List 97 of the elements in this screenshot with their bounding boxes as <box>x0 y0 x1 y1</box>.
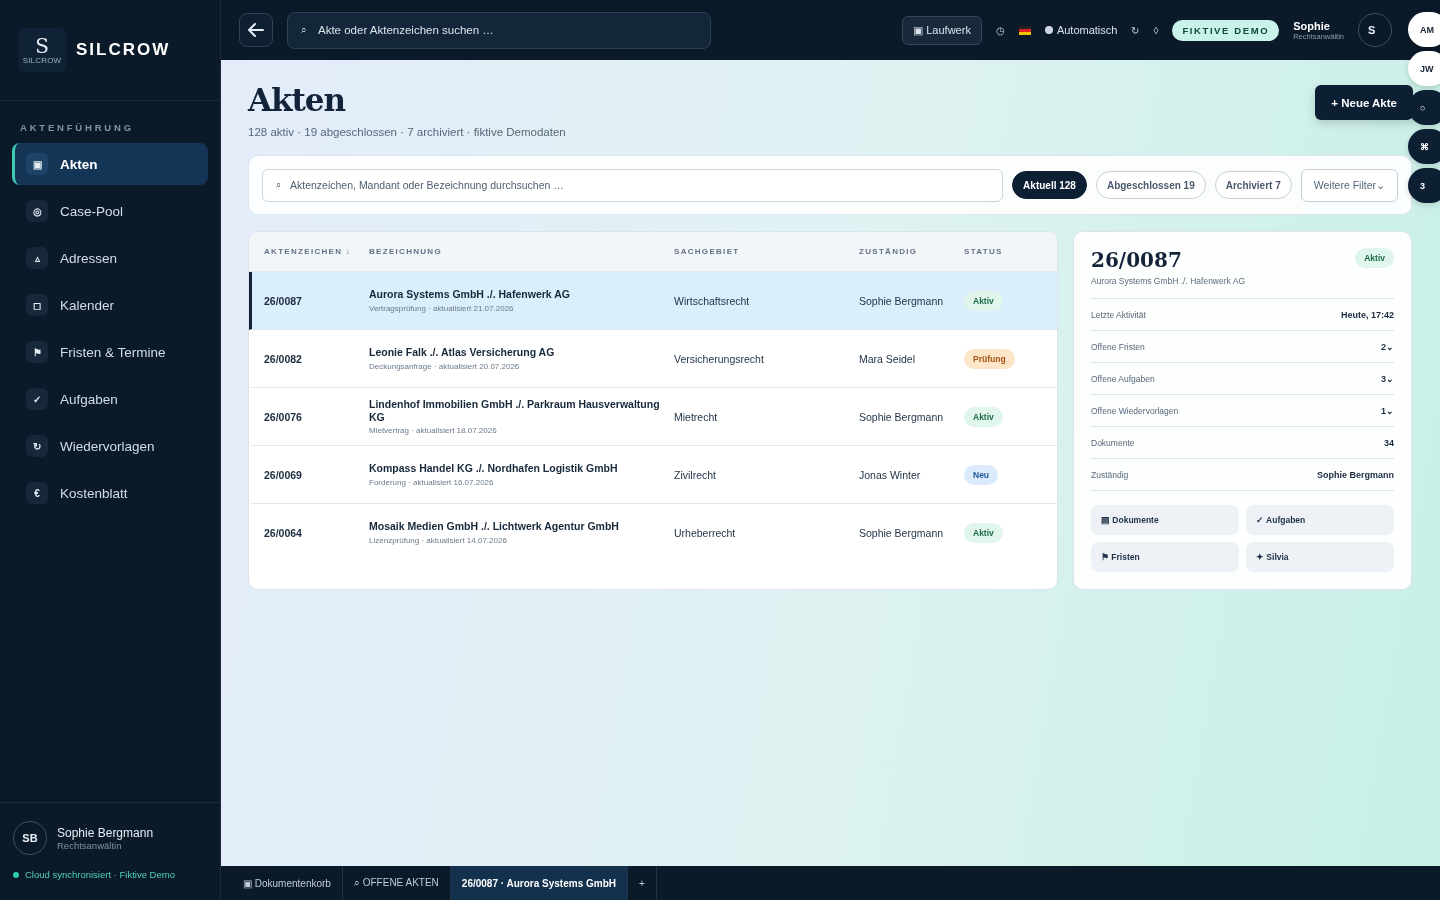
search-icon: ⌕ <box>276 179 281 191</box>
table-row[interactable]: 26/0069 Kompass Handel KG ./. Nordhafen Logistik GmbH Forderung · aktualisiert 16.07.2026 Zivilrecht Jonas Winter Neu <box>249 446 1057 504</box>
table-cell-text: 26/0076 <box>264 410 303 423</box>
table-cell-text: Versicherungsrecht <box>674 352 765 365</box>
page-subtitle: 128 aktiv · 19 abgeschlossen · 7 archiviert · fiktive Demodaten <box>248 126 566 138</box>
column-header[interactable]: ZUSTÄNDIG <box>859 247 964 256</box>
table-row[interactable]: 26/0087 Aurora Systems GmbH ./. Hafenwerk AG Vertragsprüfung · aktualisiert 21.07.2026 Wirtschaftsrecht Sophie Bergmann Aktiv <box>249 272 1057 330</box>
user-name: Sophie Bergmann <box>57 825 154 840</box>
fact-value: 2⌄ <box>1381 341 1394 352</box>
table-row[interactable]: 26/0076 Lindenhof Immobilien GmbH ./. Parkraum Hausverwaltung KG Mietvertrag · aktualisiert 18.07.2026 Mietrecht Sophie Bergmann Aktiv <box>249 388 1057 446</box>
refresh-icon[interactable]: ↻ <box>1131 24 1140 36</box>
table-row[interactable]: 26/0064 Mosaik Medien GmbH ./. Lichtwerk Agentur GmbH Lizenzprüfung · aktualisiert 14.07.2026 Urheberrecht Sophie Bergmann Aktiv <box>249 504 1057 561</box>
table-cell-text: Mara Seidel <box>859 352 917 365</box>
fact-value: Sophie Bergmann <box>1317 469 1394 480</box>
nav-item[interactable]: ▣ Akten <box>12 143 208 185</box>
column-header[interactable]: SACHGEBIET <box>674 247 859 256</box>
drive-button[interactable]: ▣ Laufwerk <box>902 15 982 45</box>
table-cell-text: Mietrecht <box>674 410 719 423</box>
nav-item[interactable]: € Kostenblatt <box>12 472 208 514</box>
page-title: Akten <box>248 82 347 118</box>
logo-mark: S SILCROW <box>18 28 66 72</box>
nav-item[interactable]: ✓ Aufgaben <box>12 378 208 420</box>
table-cell-text: Sophie Bergmann <box>859 294 945 307</box>
detail-subtitle: Aurora Systems GmbH ./. Hafenwerk AG <box>1091 276 1245 286</box>
table-cell-text: Aurora Systems GmbH ./. Hafenwerk AG <box>369 288 571 301</box>
filter-chip[interactable]: Aktuell 128 <box>1012 171 1087 199</box>
fact-label: Zuständig <box>1091 469 1129 480</box>
user-name: Sophie <box>1293 19 1331 32</box>
status-badge: Aktiv <box>964 523 1003 543</box>
table-row[interactable]: 26/0082 Leonie Falk ./. Atlas Versicherung AG Deckungsanfrage · aktualisiert 20.07.2026 Versicherungsrecht Mara Seidel Prüfung <box>249 330 1057 388</box>
status-badge: Neu <box>964 465 999 485</box>
theme-toggle[interactable]: Automatisch <box>1044 24 1118 36</box>
fact-label: Offene Fristen <box>1091 341 1145 352</box>
table-cell-text: Lizenzprüfung · aktualisiert 14.07.2026 <box>369 535 508 545</box>
fact-value: 1⌄ <box>1381 405 1394 416</box>
user-role: Rechtsanwältin <box>57 839 122 851</box>
status-badge: Aktiv <box>964 291 1003 311</box>
status-badge: Aktiv <box>1355 248 1394 268</box>
workspace-tab[interactable]: + <box>628 866 657 900</box>
demo-badge: FIKTIVE DEMO <box>1172 19 1280 41</box>
column-header[interactable]: STATUS <box>964 247 1057 256</box>
column-header[interactable]: BEZEICHNUNG <box>369 247 674 256</box>
table-cell-text: Leonie Falk ./. Atlas Versicherung AG <box>369 346 556 359</box>
fact-value: 3⌄ <box>1381 373 1394 384</box>
column-header[interactable]: AKTENZEICHEN ↓ <box>264 247 369 256</box>
fact-value: Heute, 17:42 <box>1340 309 1394 320</box>
table-cell-text: Vertragsprüfung · aktualisiert 21.07.2026 <box>369 303 515 313</box>
table-cell-text: Jonas Winter <box>859 468 922 481</box>
fact-label: Offene Aufgaben <box>1091 373 1155 384</box>
fact-value: 34 <box>1384 437 1394 448</box>
nav-item[interactable]: ⚑ Fristen & Termine <box>12 331 208 373</box>
workspace-tab[interactable]: ⌕ OFFENE AKTEN <box>342 866 451 900</box>
filter-chip[interactable]: Abgeschlossen 19 <box>1095 171 1206 199</box>
workspace-tab[interactable]: ▣ Dokumentenkorb <box>232 866 343 900</box>
table-cell-text: 26/0082 <box>264 352 303 365</box>
table-cell-text: Deckungsanfrage · aktualisiert 20.07.2026 <box>369 361 521 371</box>
table-cell-text: Urheberrecht <box>674 526 737 539</box>
table-cell-text: Mietvertrag · aktualisiert 18.07.2026 <box>369 425 498 435</box>
action-button[interactable]: ✓ Aufgaben <box>1246 505 1394 535</box>
action-button[interactable]: ⚑ Fristen <box>1091 542 1239 572</box>
search-icon: ⌕ <box>301 24 307 36</box>
nav-item[interactable]: ↻ Wiedervorlagen <box>12 425 208 467</box>
fact-label: Dokumente <box>1091 437 1135 448</box>
table-cell-text: Kompass Handel KG ./. Nordhafen Logistik GmbH <box>369 462 619 475</box>
new-file-button[interactable]: + Neue Akte <box>1315 85 1413 120</box>
nav-item[interactable]: ◎ Case-Pool <box>12 190 208 232</box>
sync-status: Cloud synchronisiert · Fiktive Demo <box>25 869 175 880</box>
action-button[interactable]: ▤ Dokumente <box>1091 505 1239 535</box>
flag-icon[interactable] <box>1018 25 1031 35</box>
table-cell-text: 26/0069 <box>264 468 303 481</box>
diamond-icon[interactable]: ◊ <box>1153 24 1159 36</box>
table-cell-text: Lindenhof Immobilien GmbH ./. Parkraum Hausverwaltung KG <box>369 398 661 423</box>
fact-label: Offene Wiedervorlagen <box>1091 405 1179 416</box>
nav-item[interactable]: ▵ Adressen <box>12 237 208 279</box>
table-cell-text: Sophie Bergmann <box>859 410 945 423</box>
status-dot <box>13 871 19 878</box>
section-label: AKTENFÜHRUNG <box>19 121 135 135</box>
table-cell-text: Wirtschaftsrecht <box>674 294 751 307</box>
table-cell-text: 26/0064 <box>264 526 303 539</box>
table-cell-text: Mosaik Medien GmbH ./. Lichtwerk Agentur GmbH <box>369 520 620 533</box>
clock-icon[interactable]: ◷ <box>995 24 1005 36</box>
table-cell-text: Forderung · aktualisiert 16.07.2026 <box>369 477 495 487</box>
back-arrow-icon <box>248 23 264 37</box>
filter-chip[interactable]: Archiviert 7 <box>1214 171 1292 199</box>
nav-item[interactable]: ◻ Kalender <box>12 284 208 326</box>
action-button[interactable]: ✦ Silvia <box>1246 542 1394 572</box>
status-badge: Prüfung <box>964 349 1015 369</box>
more-filters-dropdown[interactable]: Weitere Filter⌄ <box>1300 168 1398 202</box>
back-button[interactable] <box>239 13 273 47</box>
status-badge: Aktiv <box>964 407 1003 427</box>
table-cell-text: Zivilrecht <box>674 468 717 481</box>
table-cell-text: Sophie Bergmann <box>859 526 945 539</box>
brand-name: SILCROW <box>76 40 171 60</box>
table-cell-text: 26/0087 <box>264 294 303 307</box>
workspace-tab[interactable]: 26/0087 · Aurora Systems GmbH <box>450 866 628 900</box>
fact-label: Letzte Aktivität <box>1091 309 1146 320</box>
detail-title: 26/0087 <box>1091 248 1183 272</box>
